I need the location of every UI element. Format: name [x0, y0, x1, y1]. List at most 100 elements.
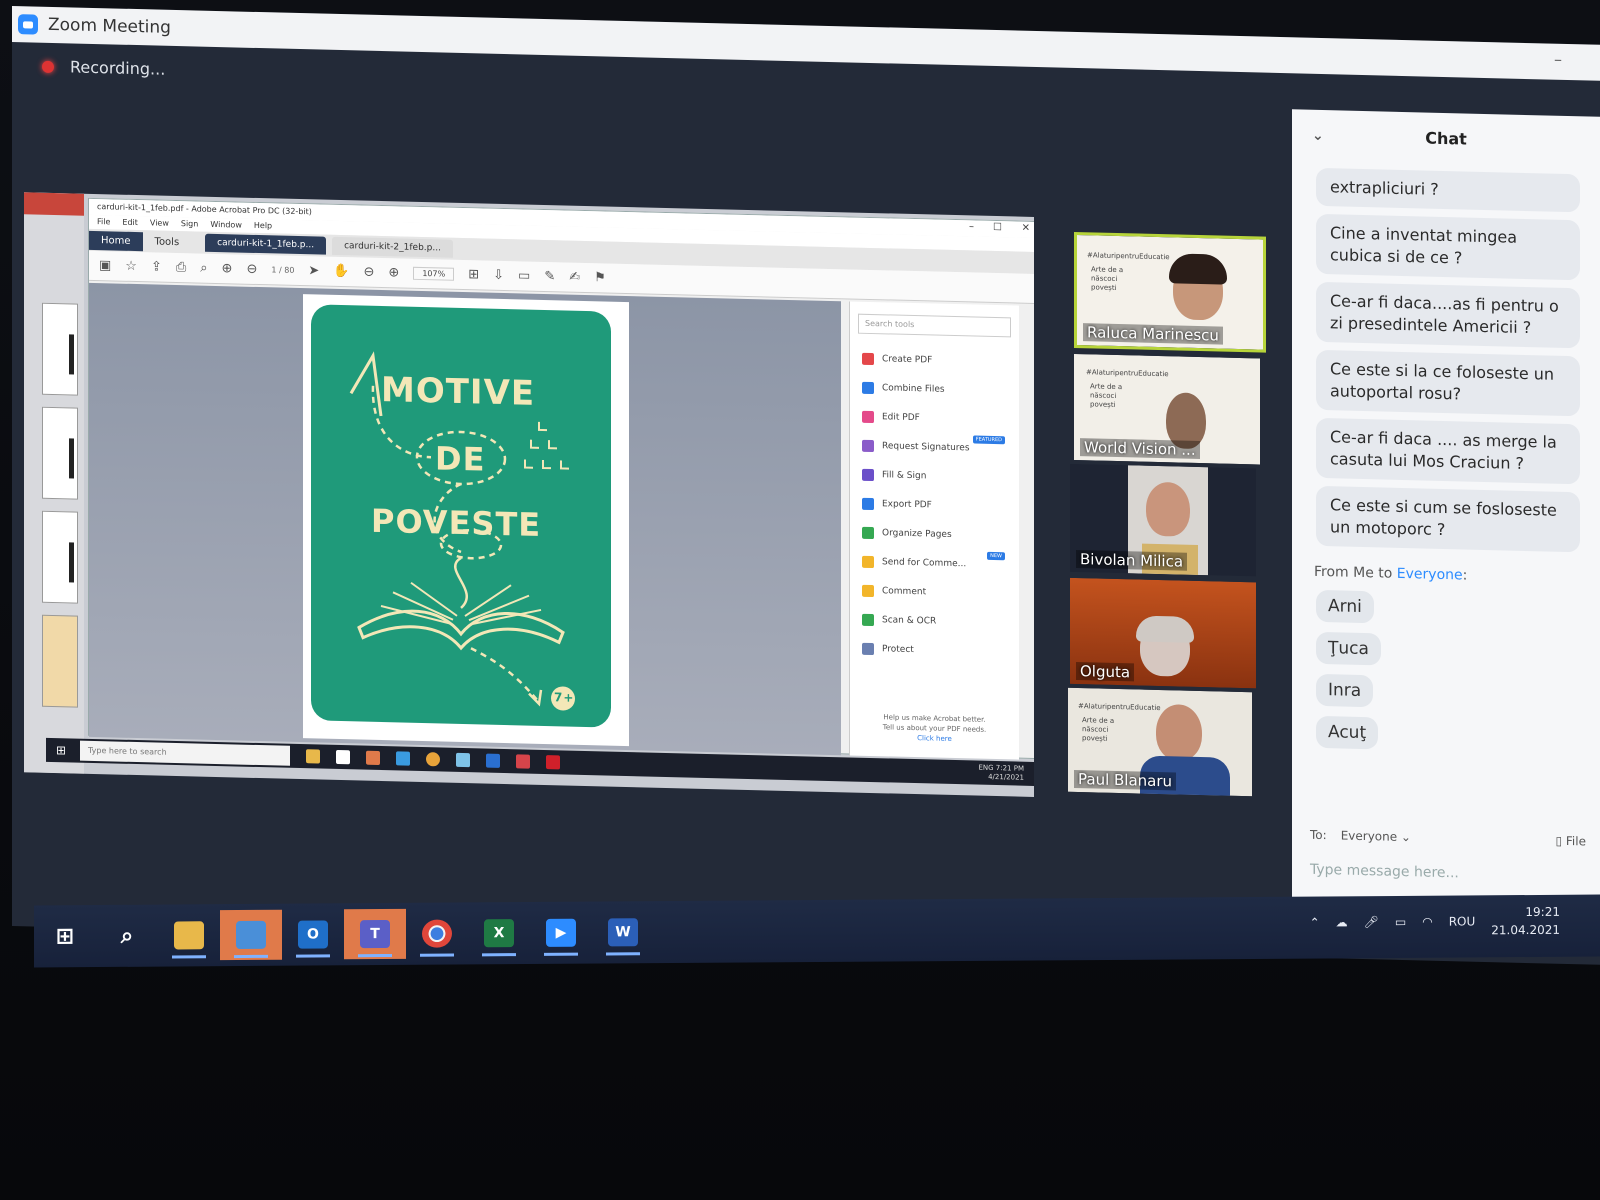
tool-item[interactable]: Export PDF [850, 488, 1019, 521]
tool-label: Protect [882, 643, 914, 655]
participant-tile-olguta[interactable]: Olguta [1070, 577, 1256, 689]
search-button[interactable]: ⌕ [96, 911, 158, 961]
tool-label: Fill & Sign [882, 469, 927, 481]
participant-tile-bivolan[interactable]: Bivolan Milica [1070, 463, 1256, 577]
participant-tile-paul[interactable]: #AlaturipentruEducatie Arte de a născoci… [1068, 687, 1252, 797]
file-explorer-button[interactable] [158, 910, 220, 960]
acrobat-minimize-button[interactable]: – [969, 221, 974, 232]
word-button[interactable]: W [592, 907, 654, 957]
tool-item[interactable]: Send for Comme... NEW [850, 546, 1019, 579]
scroll-mode-icon[interactable]: ⇩ [493, 268, 504, 283]
print-icon[interactable]: ⎙ [176, 260, 186, 275]
menu-file[interactable]: File [97, 217, 110, 227]
hand-tool-icon[interactable]: ✋ [333, 264, 349, 279]
onedrive-cloud-icon[interactable]: ☁ [1336, 915, 1348, 929]
tool-item[interactable]: Create PDF [850, 343, 1019, 376]
windows-taskbar: ⊞ ⌕ O T X ▶ W ⌃ ☁ 🎤︎ ▭ ◠ ROU 19:21 21.04… [34, 894, 1600, 968]
app-icon[interactable] [456, 752, 470, 768]
microphone-icon[interactable]: 🎤︎ [1364, 915, 1379, 929]
clock[interactable]: 19:21 21.04.2021 [1491, 903, 1560, 939]
tool-item[interactable]: Combine Files [850, 372, 1019, 405]
tool-item[interactable]: Scan & OCR [850, 604, 1019, 637]
tab-tools[interactable]: Tools [143, 232, 192, 252]
participant-name: Paul Blanaru [1074, 769, 1177, 791]
acrobat-maximize-button[interactable]: ☐ [993, 222, 1002, 233]
tool-item[interactable]: Comment [850, 575, 1019, 608]
zoom-search-icon[interactable]: ⌕ [200, 261, 207, 276]
highlight-pen-icon[interactable]: ✎ [544, 269, 555, 284]
chevron-up-icon[interactable]: ⌃ [1310, 915, 1320, 929]
zoom-button[interactable]: ▶ [530, 908, 592, 958]
participant-name: World Vision ... [1080, 438, 1200, 460]
chevron-down-icon[interactable]: ⌄ [1312, 128, 1324, 144]
acrobat-close-button[interactable]: ✕ [1022, 223, 1030, 234]
slide-thumbnail[interactable] [42, 614, 78, 708]
menu-edit[interactable]: Edit [122, 218, 138, 228]
chrome-icon[interactable] [426, 752, 440, 767]
tab-document-2[interactable]: carduri-kit-2_1feb.p... [332, 236, 453, 258]
upload-icon[interactable]: ⇪ [151, 259, 162, 274]
tools-search-input[interactable]: Search tools [858, 313, 1011, 338]
slide-thumbnail[interactable] [42, 510, 78, 604]
tool-item[interactable]: Organize Pages [850, 517, 1019, 550]
comment-icon[interactable]: ▭ [518, 268, 530, 283]
tab-home[interactable]: Home [89, 230, 143, 251]
teams-icon: T [360, 919, 390, 949]
zoom-in-icon[interactable]: ⊕ [388, 265, 399, 280]
sign-icon[interactable]: ✍ [569, 270, 580, 285]
inner-lang[interactable]: ENG [978, 764, 993, 772]
chrome-button[interactable] [406, 908, 468, 958]
page-down-icon[interactable]: ⊖ [246, 262, 257, 277]
from-target[interactable]: Everyone [1397, 566, 1463, 584]
tool-item[interactable]: Protect [850, 633, 1019, 666]
powerpoint-icon[interactable] [516, 754, 530, 769]
from-prefix: From Me to [1314, 563, 1397, 582]
save-icon[interactable]: ▣ [99, 258, 111, 273]
office-icon[interactable] [366, 750, 380, 765]
page-up-icon[interactable]: ⊕ [222, 261, 233, 276]
stamp-icon[interactable]: ⚑ [594, 270, 606, 285]
file-explorer-icon[interactable] [306, 749, 320, 764]
menu-window[interactable]: Window [210, 220, 242, 231]
start-button[interactable]: ⊞ [34, 911, 96, 961]
tool-item[interactable]: Edit PDF [850, 401, 1019, 434]
zoom-out-icon[interactable]: ⊖ [364, 265, 375, 280]
chat-message-list[interactable]: extrapliciuri ? Cine a inventat mingea cu… [1292, 167, 1600, 553]
teams-button[interactable]: T [344, 908, 406, 960]
pdf-viewport[interactable]: MOTIVE DE POVESTE 7+ [89, 282, 841, 756]
tab-document-1[interactable]: carduri-kit-1_1feb.p... [205, 233, 327, 255]
edge-icon[interactable] [486, 753, 500, 768]
participant-tile-raluca[interactable]: #AlaturipentruEducatie Arte de a născoci… [1074, 231, 1266, 353]
menu-sign[interactable]: Sign [181, 219, 198, 229]
chat-message-input[interactable]: Type message here... [1310, 862, 1459, 882]
wifi-icon[interactable]: ◠ [1422, 915, 1432, 929]
tool-item[interactable]: Fill & Sign [850, 459, 1019, 492]
windows-logo-icon: ⊞ [55, 923, 75, 949]
page-indicator[interactable]: 1 / 80 [271, 265, 294, 275]
inner-search-box[interactable]: Type here to search [80, 740, 290, 766]
participant-tile-world-vision[interactable]: #AlaturipentruEducatie Arte de a născoci… [1074, 353, 1260, 465]
app-button-1[interactable] [220, 909, 282, 961]
notepad-icon[interactable] [336, 749, 350, 765]
slide-thumbnail[interactable] [42, 406, 78, 500]
slide-thumbnail[interactable] [42, 302, 78, 396]
tool-item[interactable]: Request Signatures FEATURED [850, 430, 1019, 463]
acrobat-icon[interactable] [546, 755, 560, 770]
menu-help[interactable]: Help [254, 221, 272, 231]
bookmark-star-icon[interactable]: ☆ [125, 259, 137, 274]
select-cursor-icon[interactable]: ➤ [308, 263, 319, 278]
menu-view[interactable]: View [150, 218, 169, 228]
language-indicator[interactable]: ROU [1449, 914, 1476, 928]
recipient-dropdown[interactable]: Everyone ⌄ [1341, 828, 1411, 844]
inner-start-icon[interactable]: ⊞ [56, 743, 70, 757]
tool-icon [862, 468, 874, 481]
outlook-button[interactable]: O [282, 909, 344, 959]
excel-button[interactable]: X [468, 908, 530, 958]
fit-page-icon[interactable]: ⊞ [468, 267, 479, 282]
zoom-level[interactable]: 107% [413, 266, 455, 281]
file-button[interactable]: ▯ File [1555, 834, 1586, 849]
tools-pane: Search tools Create PDF Combine Files Edit… [849, 301, 1019, 760]
skype-icon[interactable] [396, 751, 410, 766]
minimize-button[interactable]: – [1554, 50, 1562, 69]
battery-icon[interactable]: ▭ [1395, 915, 1406, 929]
